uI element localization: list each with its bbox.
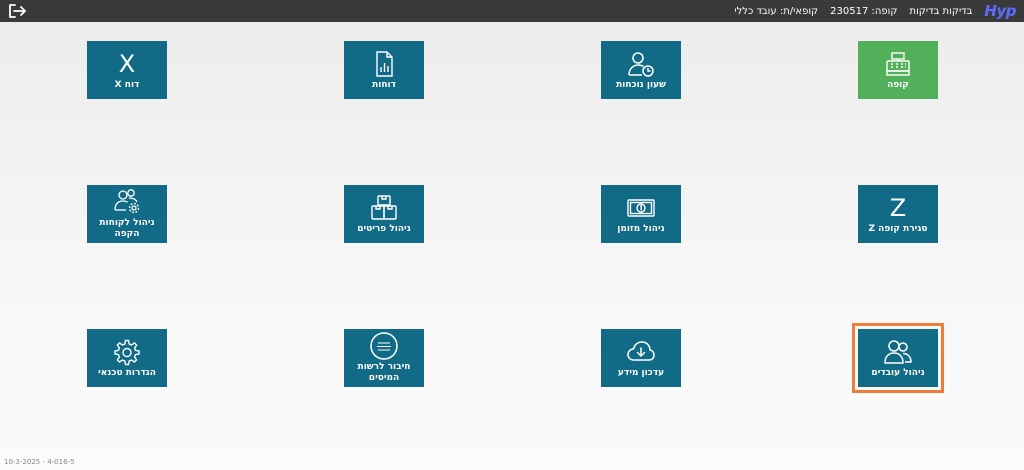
users-gear-icon <box>112 188 142 216</box>
tile-label: ניהול לקוחות הקפה <box>99 218 155 239</box>
x-report-icon: X <box>118 49 136 78</box>
tile-employee-management[interactable]: ניהול עובדים <box>858 329 938 387</box>
cashier-name: קופאי/ת: עובד כללי <box>734 5 819 17</box>
report-document-icon <box>369 50 399 78</box>
banknote-icon <box>626 194 656 222</box>
user-clock-icon <box>626 50 656 78</box>
tile-label: חיבור לרשות המיסים <box>357 362 411 383</box>
tile-label: שעון נוכחות <box>616 79 666 90</box>
tile-attendance-clock[interactable]: שעון נוכחות <box>601 41 681 99</box>
tile-cash-register[interactable]: קופה <box>858 41 938 99</box>
tile-label: הגדרות טכנאי <box>98 367 156 378</box>
users-icon <box>883 338 913 366</box>
header-info: Hyp בדיקות בדיקות קופה: 230517 קופאי/ת: … <box>734 0 1016 22</box>
cash-register-icon <box>883 50 913 78</box>
tile-label: עדכון מידע <box>617 367 665 378</box>
tile-label: דוח X <box>114 79 140 90</box>
tile-label: קופה <box>887 79 909 90</box>
register-number: קופה: 230517 <box>830 5 898 17</box>
tile-tax-authority[interactable]: חיבור לרשות המיסים <box>344 329 424 387</box>
tile-label: ניהול עובדים <box>871 367 925 378</box>
cloud-download-icon <box>626 338 656 366</box>
tile-data-update[interactable]: עדכון מידע <box>601 329 681 387</box>
tile-label: ניהול מזומן <box>617 223 665 234</box>
z-close-icon: Z <box>889 193 907 222</box>
tile-items-management[interactable]: ניהול פריטים <box>344 185 424 243</box>
version-text: 10-3-2025 - 4-016-5 <box>4 458 75 466</box>
tile-technical-settings[interactable]: הגדרות טכנאי <box>87 329 167 387</box>
tile-label: סגירת קופה Z <box>868 223 928 234</box>
tile-customer-management[interactable]: ניהול לקוחות הקפה <box>87 185 167 243</box>
top-bar: Hyp בדיקות בדיקות קופה: 230517 קופאי/ת: … <box>0 0 1024 22</box>
brand-logo: Hyp <box>984 2 1016 20</box>
tile-label: ניהול פריטים <box>357 223 411 234</box>
tax-authority-logo <box>369 332 399 360</box>
tile-label: דוחות <box>372 79 396 90</box>
logout-icon[interactable] <box>6 2 28 20</box>
tile-x-report[interactable]: X דוח X <box>87 41 167 99</box>
business-name: בדיקות בדיקות <box>909 5 973 17</box>
gear-icon <box>112 338 142 366</box>
tile-reports[interactable]: דוחות <box>344 41 424 99</box>
boxes-icon <box>369 194 399 222</box>
tile-cash-management[interactable]: ניהול מזומן <box>601 185 681 243</box>
tile-z-close[interactable]: Z סגירת קופה Z <box>858 185 938 243</box>
